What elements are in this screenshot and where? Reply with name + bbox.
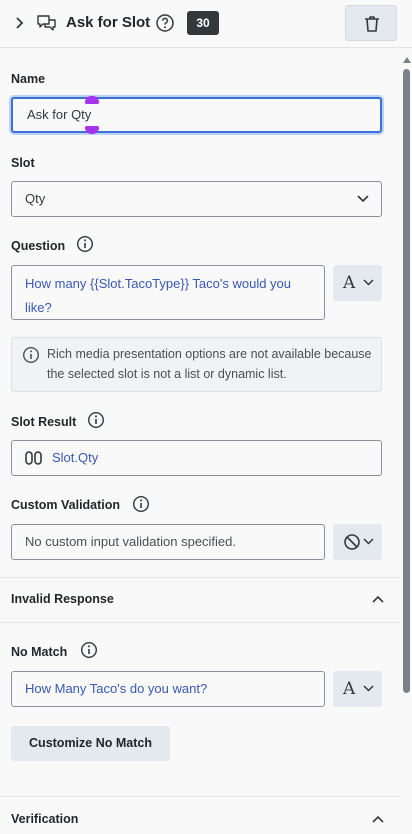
slot-select[interactable]: Qty bbox=[11, 181, 382, 217]
divider bbox=[0, 622, 400, 623]
chevron-up-icon[interactable] bbox=[371, 594, 385, 604]
custom-validation-input[interactable]: No custom input validation specified. bbox=[11, 524, 325, 560]
name-input[interactable]: Ask for Qty bbox=[11, 97, 382, 133]
delete-button[interactable] bbox=[345, 5, 397, 41]
no-match-value: How Many Taco's do you want? bbox=[25, 681, 208, 696]
question-label: Question bbox=[11, 239, 66, 253]
text-format-icon: A bbox=[343, 273, 356, 293]
slot-select-value: Qty bbox=[25, 191, 46, 206]
chevron-right-icon[interactable] bbox=[12, 14, 28, 32]
no-match-label: No Match bbox=[11, 645, 68, 659]
slot-result-input[interactable]: Slot.Qty bbox=[11, 440, 382, 476]
count-badge: 30 bbox=[187, 11, 219, 35]
chat-bubbles-icon bbox=[37, 15, 56, 31]
question-format-button[interactable]: A bbox=[333, 265, 382, 301]
verification-section-title[interactable]: Verification bbox=[11, 812, 78, 826]
custom-validation-options-button[interactable] bbox=[333, 524, 382, 560]
info-icon bbox=[22, 346, 40, 364]
info-icon[interactable] bbox=[87, 411, 105, 429]
help-circle-icon[interactable] bbox=[155, 13, 175, 33]
name-label: Name bbox=[11, 72, 46, 86]
question-input[interactable]: How many {{Slot.TacoType}} Taco's would … bbox=[11, 265, 325, 320]
custom-validation-label: Custom Validation bbox=[11, 498, 121, 512]
invalid-response-section-title[interactable]: Invalid Response bbox=[11, 592, 114, 606]
slot-result-value: Slot.Qty bbox=[52, 450, 99, 465]
name-input-value: Ask for Qty bbox=[27, 107, 92, 122]
customize-no-match-button[interactable]: Customize No Match bbox=[11, 726, 170, 761]
info-icon[interactable] bbox=[132, 495, 150, 513]
slot-result-label: Slot Result bbox=[11, 415, 77, 429]
chevron-down-icon bbox=[363, 538, 374, 545]
slot-label: Slot bbox=[11, 156, 35, 170]
scrollbar-thumb[interactable] bbox=[403, 69, 410, 693]
custom-validation-placeholder: No custom input validation specified. bbox=[25, 534, 237, 549]
chevron-up-icon[interactable] bbox=[371, 814, 385, 824]
no-match-format-button[interactable]: A bbox=[333, 671, 382, 707]
info-icon[interactable] bbox=[80, 641, 98, 659]
rich-media-notice: Rich media presentation options are not … bbox=[11, 337, 382, 392]
no-match-input[interactable]: How Many Taco's do you want? bbox=[11, 671, 325, 707]
scroll-up-arrow-icon[interactable] bbox=[403, 57, 411, 63]
trash-icon bbox=[365, 16, 379, 32]
text-format-icon: A bbox=[343, 679, 356, 699]
no-entry-icon bbox=[344, 534, 360, 550]
form-content: Name Ask for Qty Slot Qty Question How m… bbox=[0, 49, 400, 834]
divider bbox=[0, 796, 400, 797]
chevron-down-icon bbox=[363, 685, 374, 692]
divider bbox=[0, 577, 400, 578]
chevron-down-icon bbox=[357, 195, 369, 203]
info-icon[interactable] bbox=[76, 235, 94, 253]
chevron-down-icon bbox=[363, 279, 374, 286]
scrollbar[interactable] bbox=[402, 57, 411, 834]
variable-icon bbox=[25, 451, 42, 465]
selection-handle-top[interactable] bbox=[85, 96, 99, 104]
panel-header: Ask for Slot 30 bbox=[0, 0, 412, 48]
page-title: Ask for Slot bbox=[66, 14, 151, 31]
notice-text: Rich media presentation options are not … bbox=[47, 347, 372, 381]
